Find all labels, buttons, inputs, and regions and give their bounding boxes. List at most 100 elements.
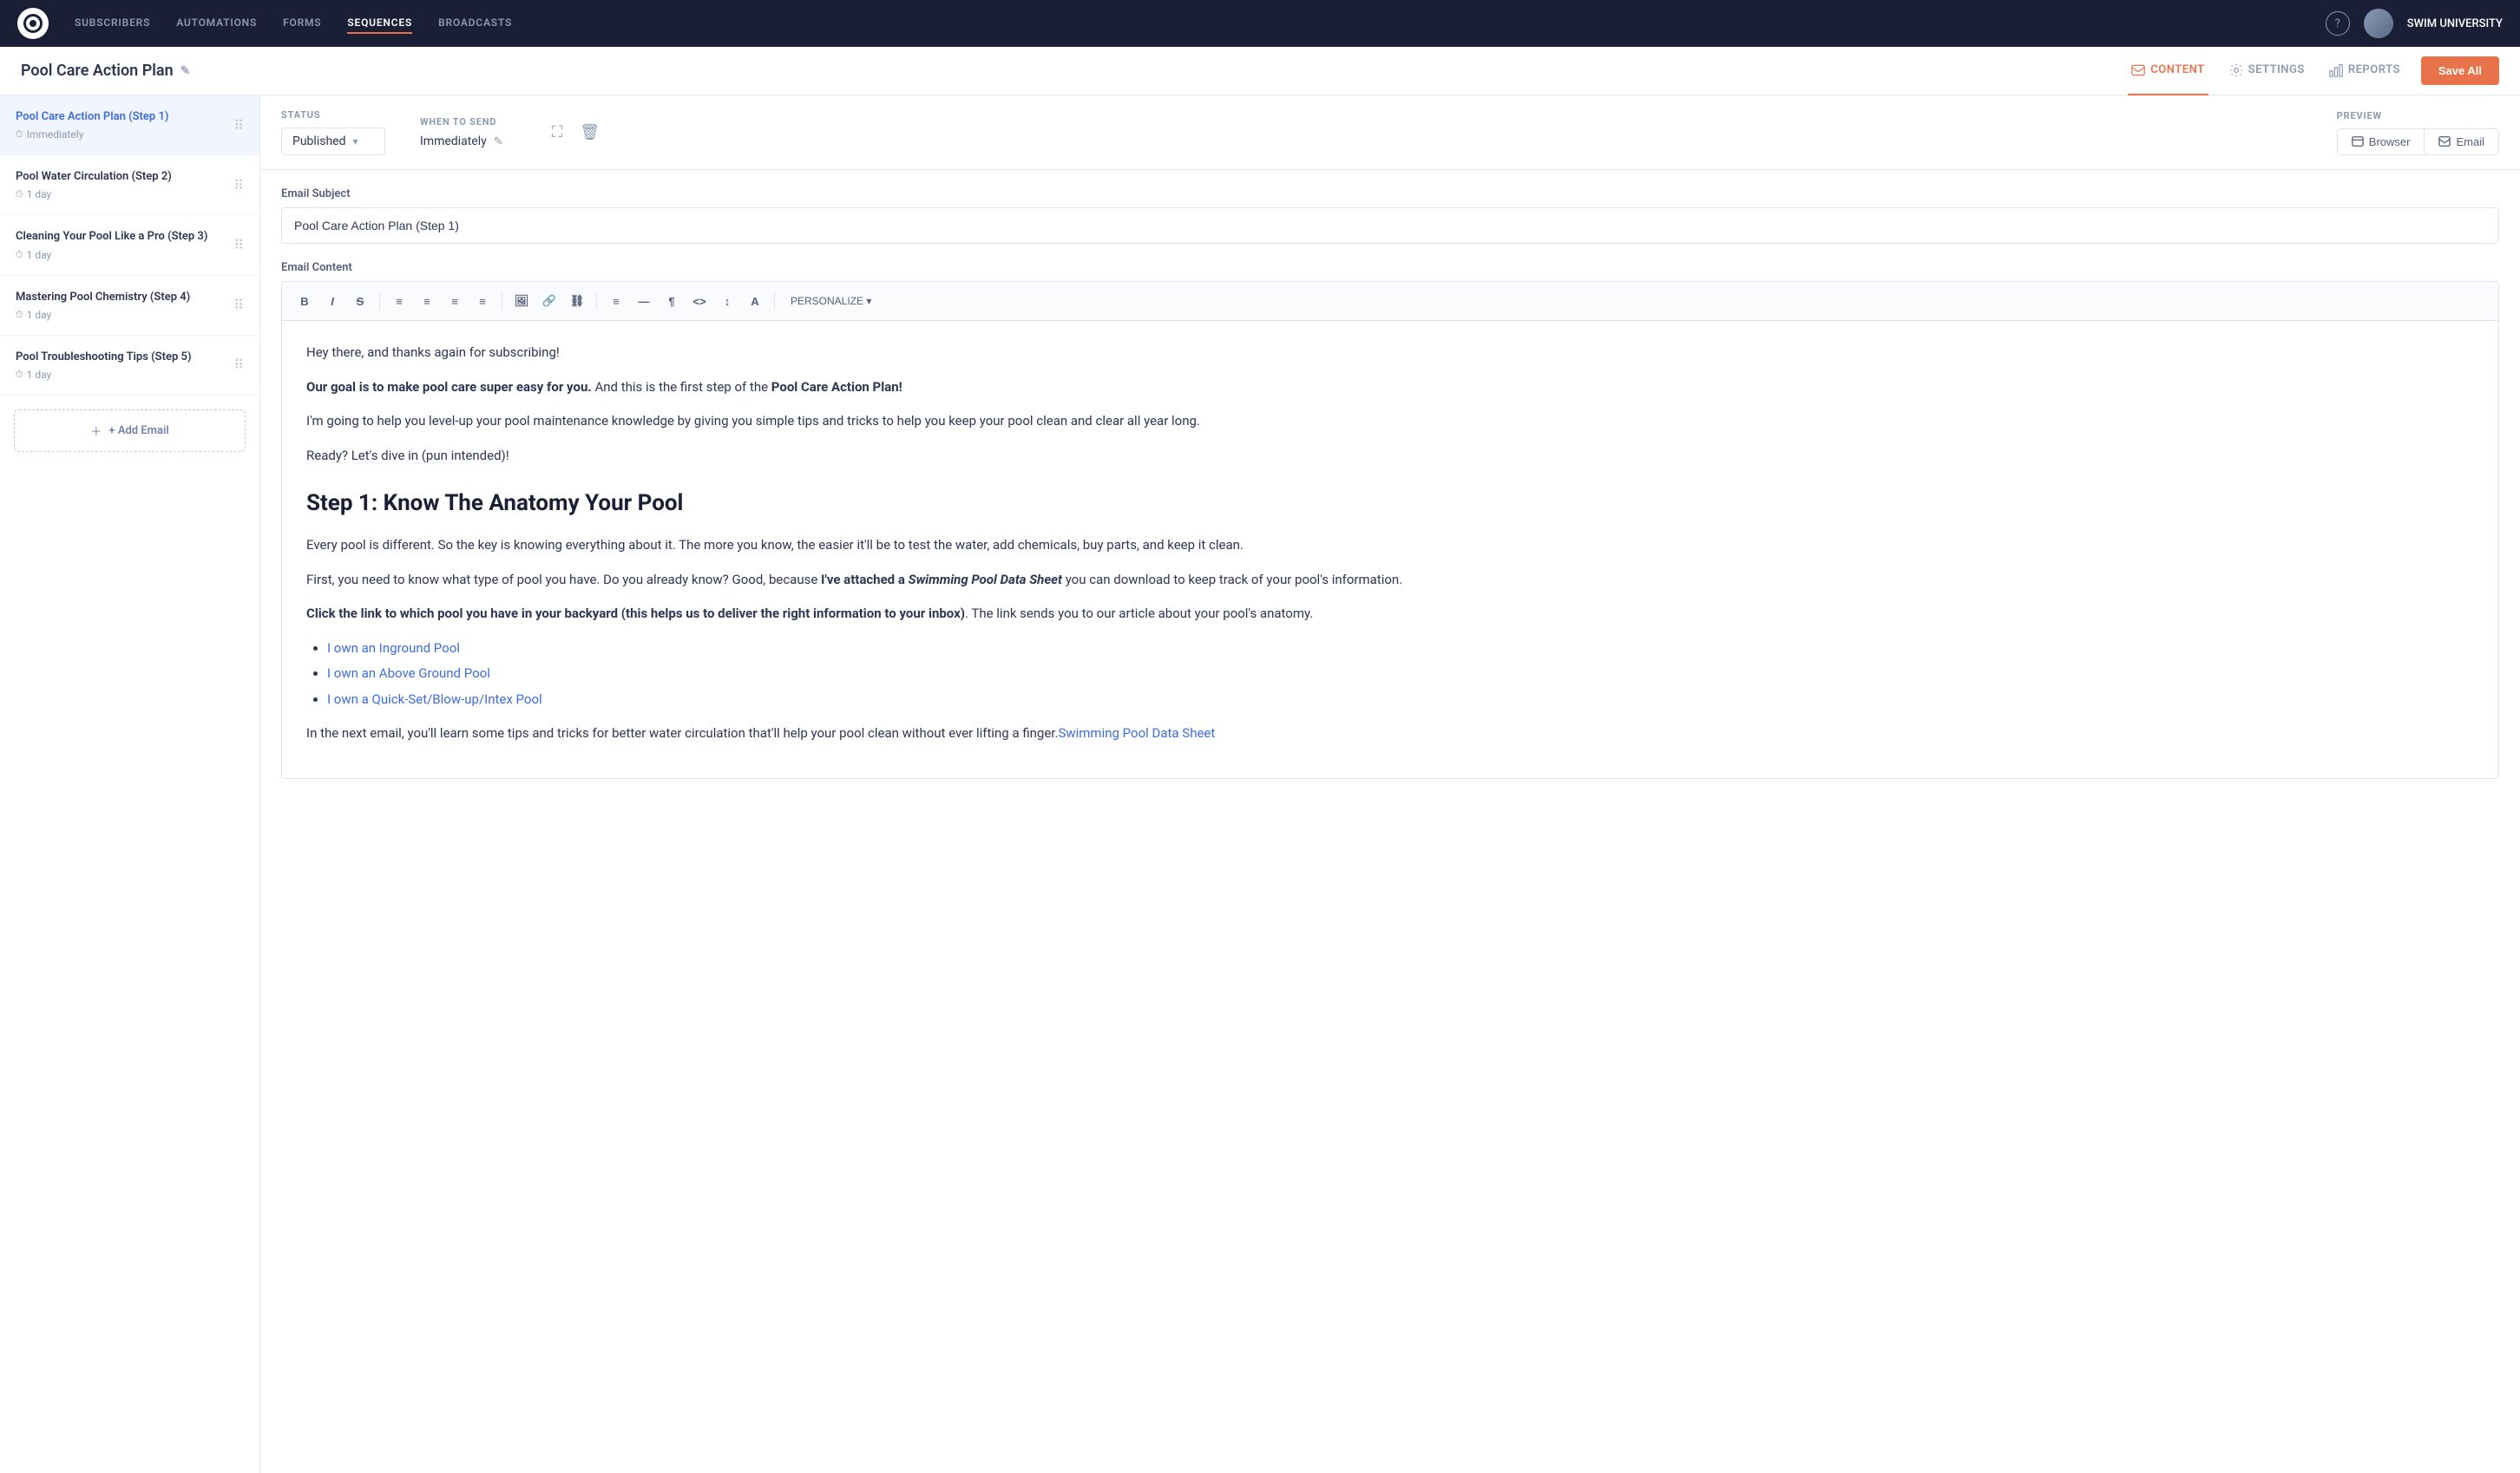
sidebar-item-title-step1: Pool Care Action Plan (Step 1) (16, 109, 226, 125)
sidebar-item-meta-step3: ⏱ 1 day (16, 249, 226, 261)
intro-text: I'm going to help you level-up your pool… (306, 410, 2474, 433)
help-button[interactable]: ? (2326, 11, 2350, 36)
nav-broadcasts[interactable]: BROADCASTS (438, 13, 512, 34)
clock-icon-step5: ⏱ (16, 369, 23, 381)
closing-text: In the next email, you'll learn some tip… (306, 725, 1058, 741)
indent-button[interactable]: ≡ (443, 289, 467, 313)
quickset-pool-link[interactable]: I own a Quick-Set/Blow-up/Intex Pool (327, 691, 542, 707)
app-logo[interactable] (17, 8, 49, 39)
goal-rest: And this is the first step of the (594, 379, 771, 395)
title-edit-icon[interactable]: ✎ (180, 64, 191, 78)
click-link-bold: Click the link to which pool you have in… (306, 606, 965, 621)
paragraph-button[interactable]: ¶ (660, 289, 684, 313)
nav-items: SUBSCRIBERS AUTOMATIONS FORMS SEQUENCES … (75, 13, 2326, 34)
closing-link[interactable]: Swimming Pool Data Sheet (1058, 725, 1215, 741)
ordered-list-button[interactable]: ≡ (415, 289, 439, 313)
add-email-button[interactable]: ＋ + Add Email (14, 409, 246, 452)
save-all-button[interactable]: Save All (2421, 56, 2499, 85)
sidebar-item-title-step2: Pool Water Circulation (Step 2) (16, 169, 226, 185)
browser-preview-button[interactable]: Browser (2338, 129, 2425, 154)
data-sheet-ive: I've attached a (821, 572, 909, 587)
unordered-list-button[interactable]: ≡ (387, 289, 411, 313)
subject-input[interactable] (281, 207, 2499, 244)
above-ground-pool-link[interactable]: I own an Above Ground Pool (327, 665, 490, 681)
sidebar-item-meta-step2: ⏱ 1 day (16, 188, 226, 200)
sidebar-item-step2[interactable]: Pool Water Circulation (Step 2) ⏱ 1 day … (0, 155, 259, 215)
goal-bold: Our goal is to make pool care super easy… (306, 379, 592, 395)
drag-handle-step1[interactable]: ⠿ (233, 117, 244, 134)
filter-icon[interactable]: ⛶ (547, 118, 568, 147)
goal-paragraph: Our goal is to make pool care super easy… (306, 376, 2474, 399)
clock-icon-step2: ⏱ (16, 188, 23, 200)
personalize-button[interactable]: PERSONALIZE ▾ (782, 291, 880, 311)
data-sheet-before: First, you need to know what type of poo… (306, 572, 821, 587)
tab-settings-label: SETTINGS (2248, 63, 2305, 76)
nav-sequences[interactable]: SEQUENCES (347, 13, 412, 34)
sidebar-item-title-step4: Mastering Pool Chemistry (Step 4) (16, 290, 226, 305)
drag-handle-step5[interactable]: ⠿ (233, 357, 244, 373)
sidebar-item-step5[interactable]: Pool Troubleshooting Tips (Step 5) ⏱ 1 d… (0, 336, 259, 396)
outdent-button[interactable]: ≡ (470, 289, 495, 313)
sidebar-item-meta-step5: ⏱ 1 day (16, 369, 226, 381)
sidebar-item-content-step1: Pool Care Action Plan (Step 1) ⏱ Immedia… (16, 109, 226, 141)
sidebar: Pool Care Action Plan (Step 1) ⏱ Immedia… (0, 95, 260, 1473)
sidebar-item-step3[interactable]: Cleaning Your Pool Like a Pro (Step 3) ⏱… (0, 215, 259, 275)
data-sheet-italic: Swimming Pool Data Sheet (909, 572, 1062, 587)
sidebar-item-timing-step4: 1 day (27, 309, 52, 321)
content-panel: STATUS Published ▾ WHEN TO SEND Immediat… (260, 95, 2520, 1473)
when-to-send-text: Immediately (420, 134, 487, 148)
when-to-send-label: WHEN TO SEND (420, 116, 503, 128)
trash-icon[interactable]: 🗑 (574, 118, 605, 147)
clock-icon-step3: ⏱ (16, 249, 23, 261)
clock-icon-step4: ⏱ (16, 309, 23, 321)
greeting-text: Hey there, and thanks again for subscrib… (306, 342, 2474, 364)
header-bar: Pool Care Action Plan ✎ CONTENT SETTINGS… (0, 47, 2520, 95)
table-button[interactable]: ↕ (715, 289, 739, 313)
code-button[interactable]: <> (687, 289, 712, 313)
drag-handle-step2[interactable]: ⠿ (233, 177, 244, 193)
hr-button[interactable]: — (632, 289, 656, 313)
browser-btn-label: Browser (2369, 135, 2411, 148)
email-content-area[interactable]: Hey there, and thanks again for subscrib… (281, 320, 2499, 779)
drag-handle-step4[interactable]: ⠿ (233, 297, 244, 313)
nav-forms[interactable]: FORMS (283, 13, 321, 34)
sidebar-item-title-step5: Pool Troubleshooting Tips (Step 5) (16, 350, 226, 365)
brand-name: SWIM UNIVERSITY (2407, 17, 2503, 30)
browser-icon (2352, 135, 2364, 147)
status-bar-actions: ⛶ 🗑 (547, 118, 605, 147)
italic-button[interactable]: I (320, 289, 345, 313)
envelope-icon (2131, 63, 2145, 77)
email-btn-label: Email (2456, 135, 2484, 148)
clock-icon-step1: ⏱ (16, 128, 23, 141)
when-edit-icon[interactable]: ✎ (494, 135, 503, 148)
sidebar-item-step4[interactable]: Mastering Pool Chemistry (Step 4) ⏱ 1 da… (0, 276, 259, 336)
inground-pool-link[interactable]: I own an Inground Pool (327, 640, 460, 656)
tab-reports[interactable]: REPORTS (2326, 47, 2404, 95)
page-title-text: Pool Care Action Plan (21, 62, 174, 80)
align-button[interactable]: ≡ (604, 289, 628, 313)
preview-label: PREVIEW (2337, 110, 2499, 121)
link-button[interactable]: 🔗 (537, 289, 561, 313)
preview-section: PREVIEW Browser Email (2337, 110, 2499, 155)
step-desc: Every pool is different. So the key is k… (306, 534, 2474, 557)
nav-subscribers[interactable]: SUBSCRIBERS (75, 13, 150, 34)
avatar[interactable] (2364, 9, 2393, 38)
bold-button[interactable]: B (292, 289, 317, 313)
strikethrough-button[interactable]: S (348, 289, 372, 313)
sidebar-item-timing-step1: Immediately (27, 128, 84, 141)
image-button[interactable]: 🖼 (509, 289, 534, 313)
sidebar-item-content-step4: Mastering Pool Chemistry (Step 4) ⏱ 1 da… (16, 290, 226, 321)
list-item-above-ground: I own an Above Ground Pool (327, 663, 2474, 685)
list-item-quickset: I own a Quick-Set/Blow-up/Intex Pool (327, 689, 2474, 711)
email-icon (2438, 135, 2451, 147)
email-preview-button[interactable]: Email (2425, 129, 2498, 154)
status-dropdown[interactable]: Published ▾ (281, 128, 385, 155)
drag-handle-step3[interactable]: ⠿ (233, 237, 244, 253)
tab-content[interactable]: CONTENT (2128, 47, 2208, 95)
sidebar-item-step1[interactable]: Pool Care Action Plan (Step 1) ⏱ Immedia… (0, 95, 259, 155)
plan-bold: Pool Care Action Plan! (771, 379, 902, 395)
font-button[interactable]: A (743, 289, 767, 313)
unlink-button[interactable]: ⛓ (565, 289, 589, 313)
tab-settings[interactable]: SETTINGS (2226, 47, 2308, 95)
nav-automations[interactable]: AUTOMATIONS (176, 13, 257, 34)
